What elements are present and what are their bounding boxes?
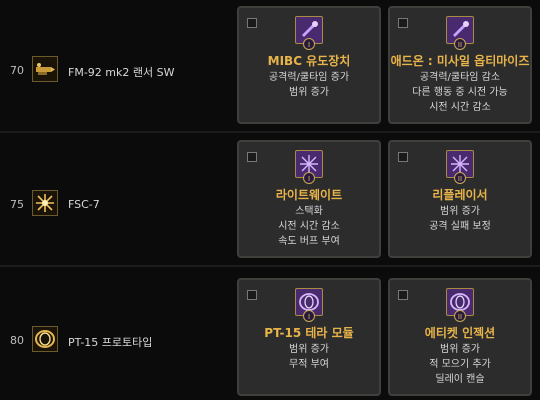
option-line: 적 모으기 추가 [429, 359, 491, 370]
option-checkbox[interactable] [398, 18, 408, 28]
option-line: 무적 부여 [289, 359, 329, 370]
tier-badge: II [454, 172, 466, 184]
skill-row-80: 80 PT-15 프로토타입 I PT-15 테라 모듈 범위 증가 무적 부여… [0, 268, 540, 398]
row-divider [0, 131, 540, 133]
skill-level: 70 [10, 64, 24, 77]
missile-launcher-icon [32, 56, 58, 82]
option-card-1[interactable]: I PT-15 테라 모듈 범위 증가 무적 부여 [237, 278, 381, 396]
row-divider [0, 265, 540, 267]
option-title: 애드온 : 미사일 옵티마이즈 [390, 54, 530, 68]
skill-name: FM-92 mk2 랜서 SW [68, 66, 175, 79]
tier-badge: I [303, 38, 315, 50]
option-line: 범위 증가 [289, 87, 329, 98]
option-title: MIBC 유도장치 [267, 54, 351, 68]
option-line: 다른 행동 중 시전 가능 [412, 87, 508, 98]
option-line: 속도 버프 부여 [278, 236, 340, 247]
option-card-2[interactable]: II 리플레이서 범위 증가 공격 실패 보정 [388, 140, 532, 258]
option-description: 스택화 시전 시간 감소 속도 버프 부여 [239, 204, 379, 249]
tier-badge: I [303, 310, 315, 322]
skill-level: 75 [10, 198, 24, 211]
option-title: 리플레이서 [432, 188, 488, 202]
option-title: PT-15 테라 모듈 [264, 326, 354, 340]
option-title: 에티켓 인젝션 [424, 326, 496, 340]
option-line: 범위 증가 [440, 206, 480, 217]
option-checkbox[interactable] [398, 152, 408, 162]
skill-name: PT-15 프로토타입 [68, 336, 153, 349]
starburst-icon [32, 190, 58, 216]
option-line: 범위 증가 [440, 344, 480, 355]
option-checkbox[interactable] [247, 290, 257, 300]
option-checkbox[interactable] [398, 290, 408, 300]
tier-badge: II [454, 38, 466, 50]
option-card-1[interactable]: I 라이트웨이트 스택화 시전 시간 감소 속도 버프 부여 [237, 140, 381, 258]
option-line: 시전 시간 감소 [429, 102, 491, 113]
option-card-2[interactable]: II 에티켓 인젝션 범위 증가 적 모으기 추가 딜레이 캔슬 [388, 278, 532, 396]
option-line: 스택화 [295, 206, 323, 217]
option-checkbox[interactable] [247, 18, 257, 28]
option-description: 범위 증가 무적 부여 [239, 342, 379, 372]
option-line: 시전 시간 감소 [278, 221, 340, 232]
option-card-1[interactable]: I MIBC 유도장치 공격력/쿨타임 증가 범위 증가 [237, 6, 381, 124]
option-description: 공격력/쿨타임 감소 다른 행동 중 시전 가능 시전 시간 감소 [390, 70, 530, 115]
option-card-2[interactable]: II 애드온 : 미사일 옵티마이즈 공격력/쿨타임 감소 다른 행동 중 시전… [388, 6, 532, 124]
option-description: 범위 증가 공격 실패 보정 [390, 204, 530, 234]
skill-name: FSC-7 [68, 198, 100, 211]
option-line: 공격력/쿨타임 감소 [419, 72, 501, 83]
skill-row-70: 70 FM-92 mk2 랜서 SW I MIBC 유도장치 공격력/쿨타임 증… [0, 0, 540, 130]
skill-level: 80 [10, 334, 24, 347]
option-line: 딜레이 캔슬 [435, 374, 485, 385]
option-description: 공격력/쿨타임 증가 범위 증가 [239, 70, 379, 100]
option-line: 공격력/쿨타임 증가 [268, 72, 350, 83]
skill-row-75: 75 FSC-7 I 라이트웨이트 스택화 시전 시간 감소 속도 버프 부여 … [0, 134, 540, 264]
tier-badge: II [454, 310, 466, 322]
tier-badge: I [303, 172, 315, 184]
option-checkbox[interactable] [247, 152, 257, 162]
option-description: 범위 증가 적 모으기 추가 딜레이 캔슬 [390, 342, 530, 387]
option-line: 공격 실패 보정 [429, 221, 491, 232]
option-title: 라이트웨이트 [275, 188, 343, 202]
coil-ring-icon [32, 326, 58, 352]
option-line: 범위 증가 [289, 344, 329, 355]
